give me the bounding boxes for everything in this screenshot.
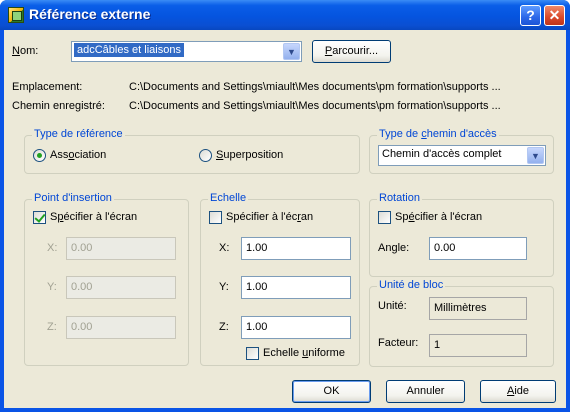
close-icon: ✕	[548, 7, 561, 23]
insertion-x-field[interactable]: 0.00	[66, 237, 176, 260]
dialog-title: Référence externe	[29, 6, 151, 22]
superposition-radio[interactable]	[199, 149, 212, 162]
scale-z-field[interactable]: 1.00	[241, 316, 351, 339]
title-bar[interactable]: Référence externe ? ✕	[0, 0, 570, 30]
location-label: Emplacement:	[12, 81, 83, 93]
saved-path-label: Chemin enregistré:	[12, 100, 105, 112]
name-label: Nom:	[12, 45, 39, 57]
insertion-specify-checkbox[interactable]	[33, 211, 46, 224]
rotation-specify-label[interactable]: Spécifier à l'écran	[395, 211, 482, 223]
rotation-title: Rotation	[377, 192, 422, 204]
uniform-scale-checkbox[interactable]	[246, 347, 259, 360]
scale-specify-checkbox[interactable]	[209, 211, 222, 224]
help-button[interactable]: ?	[520, 5, 541, 26]
scale-y-label: Y:	[219, 281, 229, 293]
factor-label: Facteur:	[378, 337, 419, 349]
chevron-down-icon[interactable]: ▼	[283, 43, 300, 60]
rotation-group: Rotation Spécifier à l'écran Angle: 0.00	[369, 192, 554, 277]
unit-label: Unité:	[378, 300, 407, 312]
ok-button[interactable]: OK	[292, 380, 371, 403]
insertion-point-title: Point d'insertion	[32, 192, 114, 204]
location-value: C:\Documents and Settings\miault\Mes doc…	[129, 81, 501, 93]
path-type-value: Chemin d'accès complet	[382, 148, 502, 160]
insertion-z-label: Z:	[47, 321, 57, 333]
insertion-y-field[interactable]: 0.00	[66, 276, 176, 299]
uniform-scale-label[interactable]: Echelle uniforme	[263, 347, 345, 359]
name-combobox[interactable]: adcCâbles et liaisons ▼	[71, 41, 302, 62]
scale-x-label: X:	[219, 242, 230, 254]
dialog-window: Référence externe ? ✕ Nom: adcCâbles et …	[0, 0, 570, 412]
name-combobox-value: adcCâbles et liaisons	[74, 43, 184, 57]
block-unit-title: Unité de bloc	[377, 279, 446, 291]
insertion-z-field[interactable]: 0.00	[66, 316, 176, 339]
chevron-down-icon[interactable]: ▼	[527, 147, 544, 164]
path-type-group: Type de chemin d'accès Chemin d'accès co…	[369, 128, 554, 174]
scale-x-field[interactable]: 1.00	[241, 237, 351, 260]
association-radio[interactable]	[33, 149, 46, 162]
block-unit-group: Unité de bloc Unité: Millimètres Facteur…	[369, 279, 554, 367]
scale-z-label: Z:	[219, 321, 229, 333]
insertion-y-label: Y:	[47, 281, 57, 293]
factor-value: 1	[429, 334, 527, 357]
insertion-x-label: X:	[47, 242, 58, 254]
superposition-label[interactable]: Superposition	[216, 149, 283, 161]
association-label[interactable]: Association	[50, 149, 106, 161]
scale-title: Echelle	[208, 192, 249, 204]
angle-field[interactable]: 0.00	[429, 237, 527, 260]
browse-button[interactable]: Parcourir...	[312, 40, 391, 63]
dialog-body: Nom: adcCâbles et liaisons ▼ Parcourir..…	[4, 30, 566, 408]
path-type-title: Type de chemin d'accès	[377, 128, 499, 140]
help-icon: ?	[526, 7, 535, 23]
xref-app-icon	[8, 7, 24, 23]
saved-path-value: C:\Documents and Settings\miault\Mes doc…	[129, 100, 501, 112]
reference-type-group: Type de référence Association Superposit…	[24, 128, 360, 174]
unit-value: Millimètres	[429, 297, 527, 320]
angle-label: Angle:	[378, 242, 410, 254]
reference-type-title: Type de référence	[32, 128, 125, 140]
scale-specify-label[interactable]: Spécifier à l'écran	[226, 211, 313, 223]
scale-group: Echelle Spécifier à l'écran X: 1.00 Y: 1…	[200, 192, 360, 366]
scale-y-field[interactable]: 1.00	[241, 276, 351, 299]
rotation-specify-checkbox[interactable]	[378, 211, 391, 224]
insertion-specify-label[interactable]: Spécifier à l'écran	[50, 211, 137, 223]
cancel-button[interactable]: Annuler	[386, 380, 465, 403]
insertion-point-group: Point d'insertion Spécifier à l'écran X:…	[24, 192, 189, 366]
path-type-combobox[interactable]: Chemin d'accès complet ▼	[378, 145, 546, 166]
help-text-button[interactable]: Aide	[480, 380, 556, 403]
close-button[interactable]: ✕	[544, 5, 565, 26]
